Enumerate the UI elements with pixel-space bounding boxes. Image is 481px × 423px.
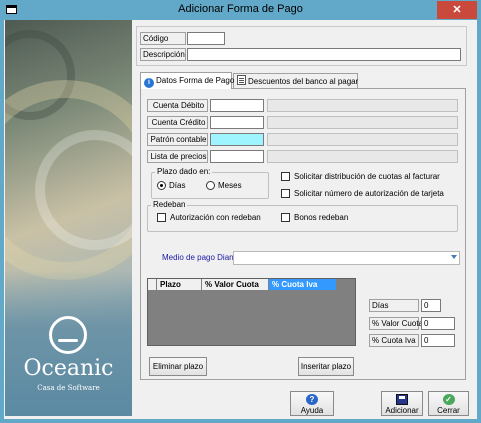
logo-text: Oceanic — [23, 356, 114, 381]
logo-subtitle: Casa de Software — [37, 384, 100, 392]
ayuda-button[interactable]: ? Ayuda — [290, 391, 334, 416]
solicitar-distribucion-checkbox[interactable] — [281, 172, 290, 181]
title-bar[interactable]: Adicionar Forma de Pago ✕ — [0, 0, 481, 20]
autorizacion-redeban-label[interactable]: Autorización con redeban — [170, 213, 261, 222]
dias-radio[interactable] — [157, 181, 166, 190]
application-window: Adicionar Forma de Pago ✕ Oceanic Casa d… — [0, 0, 481, 423]
tab-descuentos-banco[interactable]: Descuentos del banco al pagar — [233, 73, 358, 89]
cuenta-credito-label: Cuenta Crédito — [147, 116, 208, 129]
codigo-input[interactable] — [187, 32, 225, 45]
medio-pago-select[interactable] — [233, 251, 460, 265]
patron-contable-label: Patrón contable — [147, 133, 208, 146]
plazos-grid[interactable]: Plazo % Valor Cuota % Cuota Iva — [147, 278, 356, 346]
bonos-redeban-checkbox[interactable] — [281, 213, 290, 222]
adicionar-label: Adicionar — [385, 406, 419, 415]
cuenta-debito-description — [267, 99, 458, 112]
meses-radio-label[interactable]: Meses — [218, 181, 242, 190]
solicitar-distribucion-label[interactable]: Solicitar distribución de cuotas al fact… — [294, 172, 440, 181]
cuota-iva-input[interactable]: 0 — [421, 334, 455, 347]
ayuda-label: Ayuda — [300, 406, 324, 415]
cuenta-debito-label: Cuenta Débito — [147, 99, 208, 112]
cerrar-button[interactable]: ✓ Cerrar — [428, 391, 469, 416]
dias-radio-label[interactable]: Días — [169, 181, 185, 190]
solicitar-autorizacion-label[interactable]: Solicitar número de autorización de tarj… — [294, 189, 444, 198]
close-icon: ✓ — [442, 394, 455, 405]
cuota-iva-label: % Cuota Iva — [369, 334, 419, 347]
document-icon — [237, 75, 246, 85]
tab-label: Datos Forma de Pago — [156, 76, 235, 85]
close-window-button[interactable]: ✕ — [437, 1, 477, 19]
insertar-plazo-button[interactable]: Inseritar plazo — [298, 357, 354, 376]
grid-header-cuota-iva[interactable]: % Cuota Iva — [269, 279, 337, 291]
eliminar-plazo-button[interactable]: Eliminar plazo — [149, 357, 207, 376]
descripcion-input[interactable] — [187, 48, 461, 61]
grid-row-selector-header — [148, 279, 157, 291]
patron-contable-input[interactable] — [210, 133, 264, 146]
cuenta-debito-input[interactable] — [210, 99, 264, 112]
tab-datos-forma-pago[interactable]: i Datos Forma de Pago — [140, 72, 235, 89]
tab-label: Descuentos del banco al pagar — [248, 77, 359, 86]
grid-header-plazo[interactable]: Plazo — [157, 279, 202, 291]
lista-precios-input[interactable] — [210, 150, 264, 163]
redeban-legend: Redeban — [151, 200, 188, 209]
plazo-legend: Plazo dado en: — [155, 167, 213, 176]
descripcion-label: Descripción — [140, 48, 186, 61]
patron-contable-description — [267, 133, 458, 146]
lista-precios-description — [267, 150, 458, 163]
dias-label: Días — [369, 299, 419, 312]
solicitar-autorizacion-checkbox[interactable] — [281, 189, 290, 198]
oceanic-logo-icon — [49, 316, 87, 354]
cuenta-credito-description — [267, 116, 458, 129]
cerrar-label: Cerrar — [437, 406, 460, 415]
valor-cuota-input[interactable]: 0 — [421, 317, 455, 330]
meses-radio[interactable] — [206, 181, 215, 190]
valor-cuota-label: % Valor Cuota — [369, 317, 423, 330]
window-title: Adicionar Forma de Pago — [178, 3, 303, 15]
help-icon: ? — [306, 394, 318, 405]
info-icon: i — [144, 78, 154, 88]
dias-input[interactable]: 0 — [421, 299, 441, 312]
lista-precios-label: Lista de precios — [147, 150, 208, 163]
codigo-label: Código — [140, 32, 186, 45]
autorizacion-redeban-checkbox[interactable] — [157, 213, 166, 222]
branding-sidebar: Oceanic Casa de Software — [5, 20, 132, 416]
save-icon — [396, 394, 408, 405]
cuenta-credito-input[interactable] — [210, 116, 264, 129]
chevron-down-icon[interactable] — [451, 255, 457, 259]
grid-header-valor-cuota[interactable]: % Valor Cuota — [202, 279, 269, 291]
bonos-redeban-label[interactable]: Bonos redeban — [294, 213, 348, 222]
adicionar-button[interactable]: Adicionar — [381, 391, 423, 416]
medio-pago-label: Medio de pago Dian: — [162, 253, 236, 262]
